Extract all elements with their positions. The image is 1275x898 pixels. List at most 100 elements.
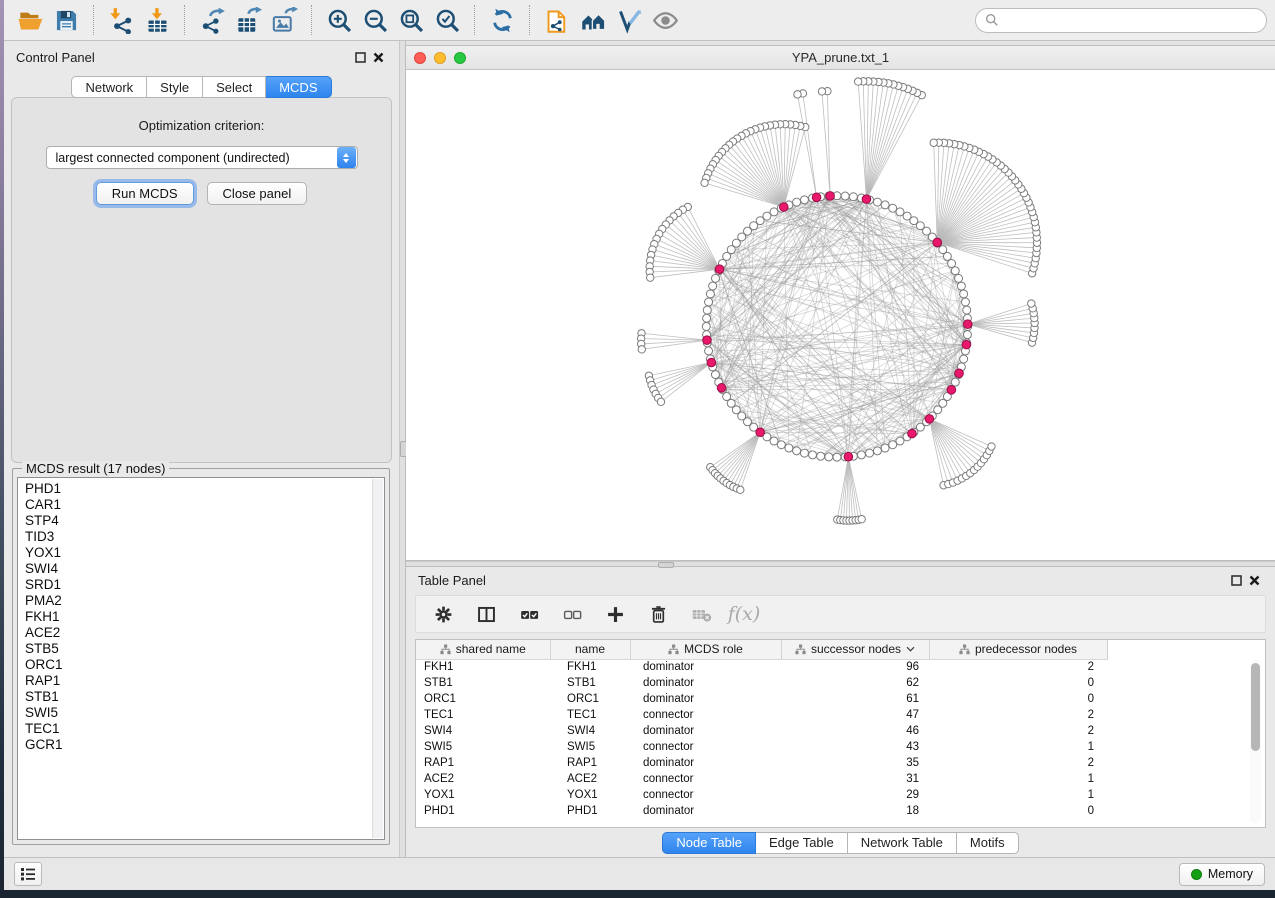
table-tab-network-table[interactable]: Network Table xyxy=(848,832,957,854)
show-all-button[interactable] xyxy=(575,3,611,37)
select-stepper-icon xyxy=(337,147,356,168)
mcds-node-item[interactable]: PHD1 xyxy=(25,481,384,497)
search-input[interactable] xyxy=(1005,13,1257,28)
mcds-node-item[interactable]: STB1 xyxy=(25,689,384,705)
splitter-grip[interactable] xyxy=(658,562,674,568)
optimization-criterion-label: Optimization criterion: xyxy=(12,118,391,133)
zoom-in-button[interactable] xyxy=(321,3,357,37)
table-cell: 2 xyxy=(929,755,1107,771)
table-settings-button[interactable] xyxy=(430,601,456,627)
mcds-node-item[interactable]: TEC1 xyxy=(25,721,384,737)
deselect-all-rows-button[interactable] xyxy=(559,601,585,627)
table-row[interactable]: TEC1TEC1connector472 xyxy=(416,707,1107,723)
mcds-node-item[interactable]: CAR1 xyxy=(25,497,384,513)
mcds-node-item[interactable]: STP4 xyxy=(25,513,384,529)
table-cell: 1 xyxy=(929,739,1107,755)
maximize-window-icon[interactable] xyxy=(454,52,466,64)
tab-select[interactable]: Select xyxy=(203,76,266,98)
table-row[interactable]: ACE2ACE2connector311 xyxy=(416,771,1107,787)
tab-mcds[interactable]: MCDS xyxy=(266,76,331,98)
vertical-splitter[interactable] xyxy=(399,41,406,857)
table-cell: connector xyxy=(630,707,781,723)
import-table-button[interactable] xyxy=(139,3,175,37)
list-icon xyxy=(20,867,36,881)
export-table-button[interactable] xyxy=(230,3,266,37)
table-row[interactable]: SWI4SWI4dominator462 xyxy=(416,723,1107,739)
export-image-button[interactable] xyxy=(266,3,302,37)
create-column-button[interactable] xyxy=(602,601,628,627)
toolbar-separator xyxy=(474,5,475,35)
network-canvas[interactable] xyxy=(406,70,1275,560)
memory-button[interactable]: Memory xyxy=(1179,863,1265,886)
horizontal-splitter[interactable] xyxy=(406,561,1275,567)
mcds-node-item[interactable]: STB5 xyxy=(25,641,384,657)
table-row[interactable]: PHD1PHD1dominator180 xyxy=(416,803,1107,819)
mcds-node-item[interactable]: SRD1 xyxy=(25,577,384,593)
table-cell: 18 xyxy=(781,803,929,819)
mcds-node-item[interactable]: TID3 xyxy=(25,529,384,545)
status-bar: Memory xyxy=(4,857,1275,890)
close-panel-button[interactable] xyxy=(369,49,387,65)
minimize-window-icon[interactable] xyxy=(434,52,446,64)
mcds-node-item[interactable]: SWI5 xyxy=(25,705,384,721)
export-network-button[interactable] xyxy=(194,3,230,37)
column-header-successor-nodes[interactable]: successor nodes xyxy=(781,640,929,659)
table-row[interactable]: SWI5SWI5connector431 xyxy=(416,739,1107,755)
close-window-icon[interactable] xyxy=(414,52,426,64)
delete-table-button[interactable] xyxy=(688,601,714,627)
table-row[interactable]: FKH1FKH1dominator962 xyxy=(416,659,1107,675)
table-row[interactable]: ORC1ORC1dominator610 xyxy=(416,691,1107,707)
mcds-node-item[interactable]: FKH1 xyxy=(25,609,384,625)
mcds-node-item[interactable]: ACE2 xyxy=(25,625,384,641)
column-header-shared-name[interactable]: shared name xyxy=(416,640,550,659)
table-scrollbar-thumb[interactable] xyxy=(1251,663,1260,751)
mcds-node-item[interactable]: ORC1 xyxy=(25,657,384,673)
zoom-out-button[interactable] xyxy=(357,3,393,37)
select-all-rows-button[interactable] xyxy=(516,601,542,627)
table-cell: 2 xyxy=(929,723,1107,739)
table-tab-node-table[interactable]: Node Table xyxy=(662,832,756,854)
open-file-button[interactable] xyxy=(12,3,48,37)
table-row[interactable]: STB1STB1dominator620 xyxy=(416,675,1107,691)
table-cell: PHD1 xyxy=(550,803,630,819)
mcds-node-item[interactable]: SWI4 xyxy=(25,561,384,577)
mcds-node-item[interactable]: RAP1 xyxy=(25,673,384,689)
table-scrollbar[interactable] xyxy=(1250,660,1261,823)
delete-columns-button[interactable] xyxy=(645,601,671,627)
float-table-panel-button[interactable] xyxy=(1227,573,1245,589)
memory-label: Memory xyxy=(1208,867,1253,881)
tab-style[interactable]: Style xyxy=(147,76,203,98)
column-header-MCDS-role[interactable]: MCDS role xyxy=(630,640,781,659)
hide-selected-button[interactable] xyxy=(647,3,683,37)
mcds-node-item[interactable]: GCR1 xyxy=(25,737,384,753)
table-tab-edge-table[interactable]: Edge Table xyxy=(756,832,848,854)
table-row[interactable]: RAP1RAP1dominator352 xyxy=(416,755,1107,771)
table-row[interactable]: YOX1YOX1connector291 xyxy=(416,787,1107,803)
criterion-select[interactable]: largest connected component (undirected) xyxy=(46,146,358,169)
table-tab-motifs[interactable]: Motifs xyxy=(957,832,1019,854)
switch-panel-layout-button[interactable] xyxy=(473,601,499,627)
mcds-list-scrollbar[interactable] xyxy=(372,479,383,838)
mcds-node-item[interactable]: PMA2 xyxy=(25,593,384,609)
export-image-icon xyxy=(271,7,298,34)
save-session-button[interactable] xyxy=(48,3,84,37)
table-cell: TEC1 xyxy=(416,707,550,723)
close-panel-action-button[interactable]: Close panel xyxy=(207,182,308,205)
table-cell: STB1 xyxy=(550,675,630,691)
new-network-button[interactable] xyxy=(539,3,575,37)
import-network-button[interactable] xyxy=(103,3,139,37)
zoom-selected-button[interactable] xyxy=(429,3,465,37)
style-mapper-button[interactable] xyxy=(611,3,647,37)
column-header-predecessor-nodes[interactable]: predecessor nodes xyxy=(929,640,1107,659)
function-builder-button[interactable]: f(x) xyxy=(731,601,757,627)
close-table-panel-button[interactable] xyxy=(1245,573,1263,589)
float-panel-button[interactable] xyxy=(351,49,369,65)
zoom-fit-button[interactable] xyxy=(393,3,429,37)
run-mcds-button[interactable]: Run MCDS xyxy=(96,182,194,205)
column-header-name[interactable]: name xyxy=(550,640,630,659)
apply-layout-button[interactable] xyxy=(484,3,520,37)
tab-network[interactable]: Network xyxy=(71,76,147,98)
mcds-node-item[interactable]: YOX1 xyxy=(25,545,384,561)
show-task-history-button[interactable] xyxy=(14,862,42,886)
table-cell: 29 xyxy=(781,787,929,803)
